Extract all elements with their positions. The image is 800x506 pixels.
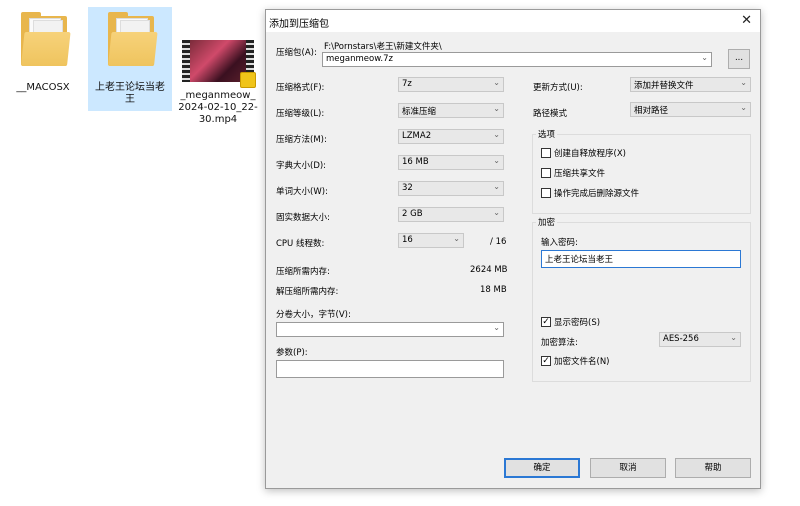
encryption-method-value: AES-256 <box>663 334 699 344</box>
update-combo[interactable]: 添加并替换文件 ⌄ <box>630 77 751 92</box>
threads-max: / 16 <box>490 237 507 247</box>
path-mode-combo[interactable]: 相对路径 ⌄ <box>630 102 751 117</box>
help-button[interactable]: 帮助 <box>675 458 751 478</box>
shared-checkbox[interactable]: 压缩共享文件 <box>541 167 605 179</box>
desktop-item-video[interactable]: _meganmeow_2024-02-10_22-30.mp4 <box>178 40 258 126</box>
method-combo[interactable]: LZMA2 ⌄ <box>398 129 504 144</box>
archive-path: F:\Pornstars\老王\新建文件夹\ <box>324 42 442 52</box>
dict-combo[interactable]: 16 MB ⌄ <box>398 155 504 170</box>
dict-label: 字典大小(D): <box>276 161 327 171</box>
sfx-checkbox-label: 创建自释放程序(X) <box>554 149 626 159</box>
chevron-down-icon: ⌄ <box>493 323 500 332</box>
ok-button[interactable]: 确定 <box>504 458 580 478</box>
options-group: 选项 创建自释放程序(X) 压缩共享文件 操作完成后删除源文件 <box>532 128 751 214</box>
show-password-checkbox[interactable]: ✓ 显示密码(S) <box>541 316 600 328</box>
solid-value: 2 GB <box>402 209 423 219</box>
show-password-label: 显示密码(S) <box>554 318 601 328</box>
word-value: 32 <box>402 183 413 193</box>
mem-decomp-label: 解压缩所需内存: <box>276 287 339 297</box>
desktop-item-folder[interactable]: 上老王论坛当老王 <box>88 7 172 111</box>
chevron-down-icon: ⌄ <box>740 78 747 87</box>
params-label: 参数(P): <box>276 348 308 358</box>
delete-after-checkbox-label: 操作完成后删除源文件 <box>554 189 640 199</box>
close-icon[interactable]: ✕ <box>741 13 752 28</box>
format-label: 压缩格式(F): <box>276 83 325 93</box>
dict-value: 16 MB <box>402 157 429 167</box>
password-input[interactable]: 上老王论坛当老王 <box>541 250 741 268</box>
archive-name-combo[interactable]: meganmeow.7z ⌄ <box>322 52 712 67</box>
cancel-button[interactable]: 取消 <box>590 458 666 478</box>
params-input[interactable] <box>276 360 504 378</box>
level-label: 压缩等级(L): <box>276 109 325 119</box>
archive-name-value: meganmeow.7z <box>326 54 393 64</box>
encryption-group: 加密 输入密码: 上老王论坛当老王 ✓ 显示密码(S) 加密算法: AES-25… <box>532 216 751 382</box>
chevron-down-icon: ⌄ <box>493 208 500 217</box>
chevron-down-icon: ⌄ <box>493 78 500 87</box>
desktop-item-label: __MACOSX <box>16 82 70 93</box>
checkbox-box: ✓ <box>541 317 551 327</box>
dialog-title: 添加到压缩包 <box>269 19 329 30</box>
checkbox-box: ✓ <box>541 356 551 366</box>
update-label: 更新方式(U): <box>533 83 583 93</box>
media-player-badge-icon <box>240 72 256 88</box>
folder-icon <box>106 12 158 68</box>
checkbox-box <box>541 148 551 158</box>
chevron-down-icon: ⌄ <box>493 104 500 113</box>
method-label: 压缩方法(M): <box>276 135 327 145</box>
chevron-down-icon: ⌄ <box>740 103 747 112</box>
delete-after-checkbox[interactable]: 操作完成后删除源文件 <box>541 187 639 199</box>
chevron-down-icon: ⌄ <box>493 182 500 191</box>
desktop-item-label: _meganmeow_2024-02-10_22-30.mp4 <box>178 90 258 125</box>
threads-label: CPU 线程数: <box>276 239 325 249</box>
browse-button[interactable]: ... <box>728 49 750 69</box>
encrypt-names-label: 加密文件名(N) <box>554 357 610 367</box>
method-value: LZMA2 <box>402 131 432 141</box>
desktop-item-label: 上老王论坛当老王 <box>95 82 165 105</box>
volume-combo[interactable]: ⌄ <box>276 322 504 337</box>
checkbox-box <box>541 188 551 198</box>
chevron-down-icon: ⌄ <box>701 53 708 62</box>
desktop-item-macosx[interactable]: __MACOSX <box>12 12 74 94</box>
options-group-title: 选项 <box>536 128 558 140</box>
word-combo[interactable]: 32 ⌄ <box>398 181 504 196</box>
chevron-down-icon: ⌄ <box>493 130 500 139</box>
sfx-checkbox[interactable]: 创建自释放程序(X) <box>541 147 626 159</box>
chevron-down-icon: ⌄ <box>453 234 460 243</box>
encryption-method-combo[interactable]: AES-256 ⌄ <box>659 332 741 347</box>
volume-label: 分卷大小，字节(V): <box>276 310 351 320</box>
format-value: 7z <box>402 79 412 89</box>
word-label: 单词大小(W): <box>276 187 328 197</box>
update-value: 添加并替换文件 <box>634 81 694 91</box>
folder-icon <box>19 12 71 68</box>
solid-combo[interactable]: 2 GB ⌄ <box>398 207 504 222</box>
threads-value: 16 <box>402 235 413 245</box>
checkbox-box <box>541 168 551 178</box>
mem-comp-label: 压缩所需内存: <box>276 267 330 277</box>
password-label: 输入密码: <box>541 238 578 248</box>
path-mode-value: 相对路径 <box>634 106 669 116</box>
mem-decomp-value: 18 MB <box>480 285 507 295</box>
archive-label: 压缩包(A): <box>276 48 317 58</box>
encryption-group-title: 加密 <box>536 216 558 228</box>
video-thumbnail-icon <box>182 40 256 88</box>
encryption-method-label: 加密算法: <box>541 338 578 348</box>
encrypt-names-checkbox[interactable]: ✓ 加密文件名(N) <box>541 355 610 367</box>
path-mode-label: 路径模式 <box>533 109 568 119</box>
level-combo[interactable]: 标准压缩 ⌄ <box>398 103 504 118</box>
threads-combo[interactable]: 16 ⌄ <box>398 233 464 248</box>
chevron-down-icon: ⌄ <box>730 333 737 342</box>
mem-comp-value: 2624 MB <box>470 265 508 275</box>
format-combo[interactable]: 7z ⌄ <box>398 77 504 92</box>
chevron-down-icon: ⌄ <box>493 156 500 165</box>
add-to-archive-dialog: 添加到压缩包 ✕ 压缩包(A): F:\Pornstars\老王\新建文件夹\ … <box>265 9 761 489</box>
solid-label: 固实数据大小: <box>276 213 330 223</box>
shared-checkbox-label: 压缩共享文件 <box>554 169 606 179</box>
title-bar: 添加到压缩包 ✕ <box>266 10 760 32</box>
level-value: 标准压缩 <box>402 107 437 117</box>
